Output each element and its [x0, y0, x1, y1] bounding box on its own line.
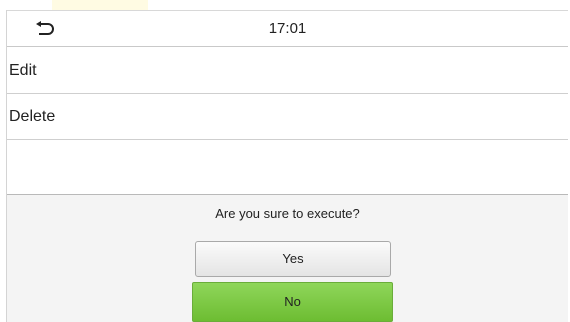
menu-item-edit[interactable]: Edit: [7, 48, 568, 94]
yes-button[interactable]: Yes: [195, 241, 391, 277]
menu-item-delete[interactable]: Delete: [7, 94, 568, 140]
device-screen: 17:01 Edit Delete Are you sure to execut…: [6, 10, 568, 322]
confirm-dialog: Are you sure to execute? Yes No: [7, 195, 568, 322]
dialog-message: Are you sure to execute?: [215, 206, 360, 221]
menu-item-label: Delete: [9, 108, 56, 125]
menu-item-label: Edit: [9, 62, 37, 79]
empty-menu-row: [7, 140, 568, 195]
no-button[interactable]: No: [192, 282, 393, 322]
clock-time: 17:01: [268, 20, 307, 37]
status-header: 17:01: [7, 10, 568, 47]
